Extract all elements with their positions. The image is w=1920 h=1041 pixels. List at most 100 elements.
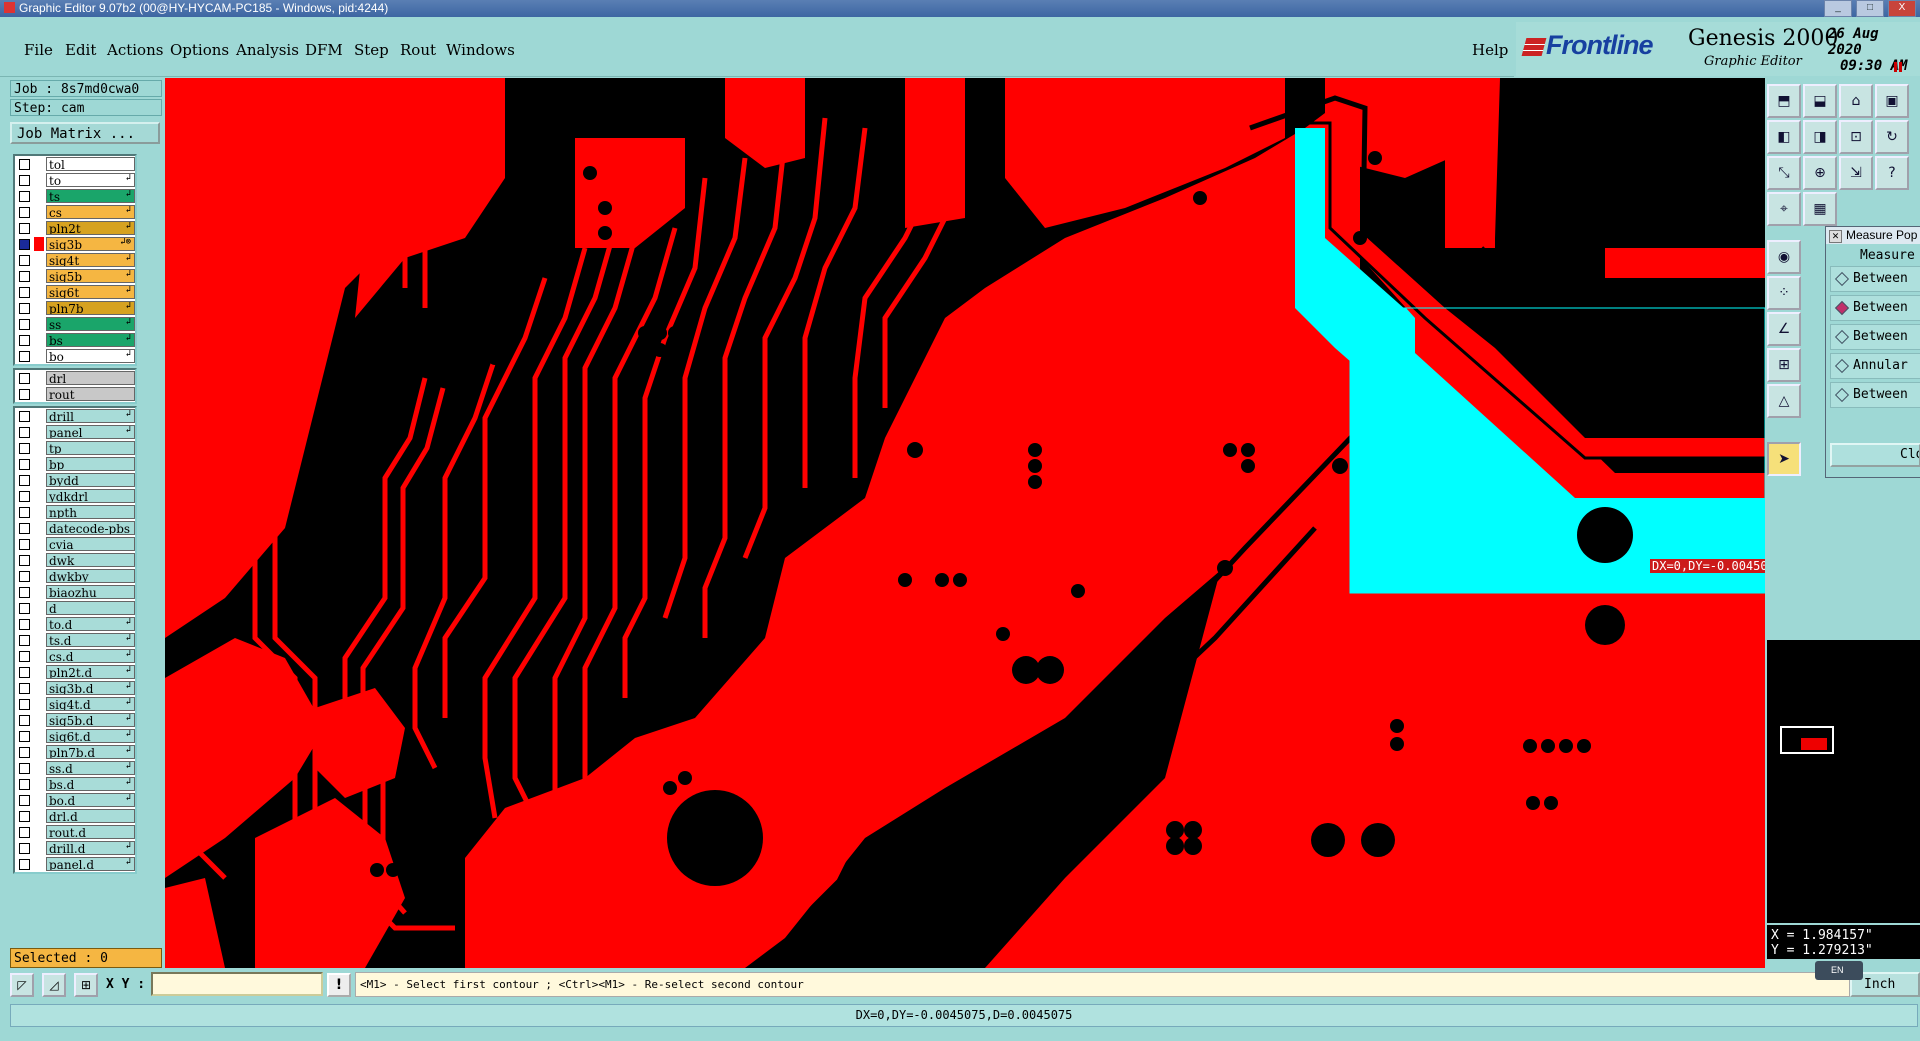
layer-checkbox[interactable] [19, 158, 30, 170]
layer-row-dwkby[interactable]: dwkby [15, 568, 135, 584]
measure-point-icon[interactable]: ◉ [1767, 240, 1801, 274]
layer-name[interactable]: bydd [46, 473, 135, 487]
fit-icon[interactable]: ⤡ [1767, 156, 1801, 190]
window-icon[interactable]: ▣ [1875, 84, 1909, 118]
layer-name[interactable]: drill.d [46, 841, 135, 855]
layer-name[interactable]: bo [46, 349, 135, 363]
measure-close-button[interactable]: Clo [1830, 443, 1920, 467]
layer-row-sig5b-d[interactable]: sig5b.d ↲ [15, 712, 135, 728]
layer-name[interactable]: cs.d [46, 649, 135, 663]
layer-name[interactable]: panel.d [46, 857, 135, 871]
snap-mode-icon[interactable]: ◸ [10, 973, 34, 997]
layer-checkbox[interactable] [19, 858, 30, 870]
layer-row-drl[interactable]: drl [15, 370, 135, 386]
grid-mode-icon[interactable]: ⊞ [74, 973, 98, 997]
layer-name[interactable]: tp [46, 441, 135, 455]
layer-checkbox[interactable] [19, 458, 30, 470]
input-method-indicator[interactable]: EN [1815, 961, 1863, 980]
layer-checkbox[interactable] [19, 730, 30, 742]
layer-checkbox[interactable] [19, 388, 30, 400]
layer-checkbox[interactable] [19, 372, 30, 384]
layer-name[interactable]: sig5b [46, 269, 135, 283]
layer-row-biaozhu[interactable]: biaozhu [15, 584, 135, 600]
layer-checkbox[interactable] [19, 442, 30, 454]
layer-name[interactable]: bp [46, 457, 135, 471]
layer-checkbox[interactable] [19, 238, 30, 250]
layer-row-rout-d[interactable]: rout.d [15, 824, 135, 840]
layer-checkbox[interactable] [19, 554, 30, 566]
layer-row-bp[interactable]: bp [15, 456, 135, 472]
measure-triangle-icon[interactable]: △ [1767, 384, 1801, 418]
edit-mode-icon[interactable]: ◿ [42, 973, 66, 997]
pan-right-icon[interactable]: ◨ [1803, 120, 1837, 154]
measure-option[interactable]: Between [1830, 295, 1920, 321]
layer-checkbox[interactable] [19, 778, 30, 790]
info-icon[interactable]: ! [327, 973, 351, 997]
minimize-button[interactable]: _ [1824, 0, 1852, 17]
layer-row-d[interactable]: d [15, 600, 135, 616]
help-icon[interactable]: ? [1875, 156, 1909, 190]
layer-checkbox[interactable] [19, 522, 30, 534]
layer-checkbox[interactable] [19, 270, 30, 282]
layer-row-panel[interactable]: panel ↲ [15, 424, 135, 440]
layer-row-pln2t-d[interactable]: pln2t.d ↲ [15, 664, 135, 680]
layer-checkbox[interactable] [19, 698, 30, 710]
graphic-canvas[interactable]: DX=0,DY=-0.0045075,D=0.0045075 [165, 78, 1765, 968]
measure-popup-close-icon[interactable]: ✕ [1829, 230, 1842, 243]
layer-name[interactable]: ss.d [46, 761, 135, 775]
layer-row-rout[interactable]: rout [15, 386, 135, 402]
layer-name[interactable]: datecode-pbs [46, 521, 135, 535]
layer-row-to[interactable]: to ↲ [15, 172, 135, 188]
layer-row-npth[interactable]: npth [15, 504, 135, 520]
layer-row-ss-d[interactable]: ss.d ↲ [15, 760, 135, 776]
layer-row-ss[interactable]: ss ↲ [15, 316, 135, 332]
measure-option[interactable]: Between [1830, 382, 1920, 408]
layer-row-bo-d[interactable]: bo.d ↲ [15, 792, 135, 808]
layer-checkbox[interactable] [19, 682, 30, 694]
layer-row-bo[interactable]: bo ↲ [15, 348, 135, 364]
layer-row-to-d[interactable]: to.d ↲ [15, 616, 135, 632]
menu-dfm[interactable]: DFM [305, 41, 343, 59]
layer-checkbox[interactable] [19, 222, 30, 234]
layer-name[interactable]: cs [46, 205, 135, 219]
layer-name[interactable]: to [46, 173, 135, 187]
measure-option[interactable]: Between [1830, 266, 1920, 292]
layer-row-bydd[interactable]: bydd [15, 472, 135, 488]
close-button[interactable]: X [1888, 0, 1916, 17]
layer-checkbox[interactable] [19, 174, 30, 186]
zoom-home-icon[interactable]: ⬒ [1767, 84, 1801, 118]
center-icon[interactable]: ⊕ [1803, 156, 1837, 190]
layer-checkbox[interactable] [19, 474, 30, 486]
measure-option[interactable]: Annular [1830, 353, 1920, 379]
layer-row-drill-d[interactable]: drill.d ↲ [15, 840, 135, 856]
menu-file[interactable]: File [24, 41, 53, 59]
select-arrow-icon[interactable]: ➤ [1767, 442, 1801, 476]
layer-name[interactable]: ydkdrl [46, 489, 135, 503]
measure-popup-title[interactable]: ✕ Measure Pop [1826, 227, 1920, 244]
layer-checkbox[interactable] [19, 350, 30, 362]
zoom-area-icon[interactable]: ⊡ [1839, 120, 1873, 154]
layer-name[interactable]: pln7b [46, 301, 135, 315]
layer-checkbox[interactable] [19, 490, 30, 502]
layer-row-pln7b-d[interactable]: pln7b.d ↲ [15, 744, 135, 760]
menu-edit[interactable]: Edit [65, 41, 96, 59]
layer-name[interactable]: pln2t.d [46, 665, 135, 679]
layer-checkbox[interactable] [19, 666, 30, 678]
layer-checkbox[interactable] [19, 410, 30, 422]
radio-diamond-icon[interactable] [1834, 271, 1850, 287]
layer-row-ts-d[interactable]: ts.d ↲ [15, 632, 135, 648]
window-title-bar[interactable]: Graphic Editor 9.07b2 (00@HY-HYCAM-PC185… [0, 0, 1920, 17]
layer-checkbox[interactable] [19, 618, 30, 630]
layer-row-sig5b[interactable]: sig5b ↲ [15, 268, 135, 284]
layer-name[interactable]: drl.d [46, 809, 135, 823]
layer-name[interactable]: tol [46, 157, 135, 171]
layer-checkbox[interactable] [19, 254, 30, 266]
layer-name[interactable]: cvia [46, 537, 135, 551]
layer-row-sig3b-d[interactable]: sig3b.d ↲ [15, 680, 135, 696]
layer-name[interactable]: ss [46, 317, 135, 331]
layer-row-panel-d[interactable]: panel.d ↲ [15, 856, 135, 872]
layer-row-bs-d[interactable]: bs.d ↲ [15, 776, 135, 792]
layer-row-bs[interactable]: bs ↲ [15, 332, 135, 348]
layer-row-tol[interactable]: tol [15, 156, 135, 172]
layer-row-drill[interactable]: drill ↲ [15, 408, 135, 424]
